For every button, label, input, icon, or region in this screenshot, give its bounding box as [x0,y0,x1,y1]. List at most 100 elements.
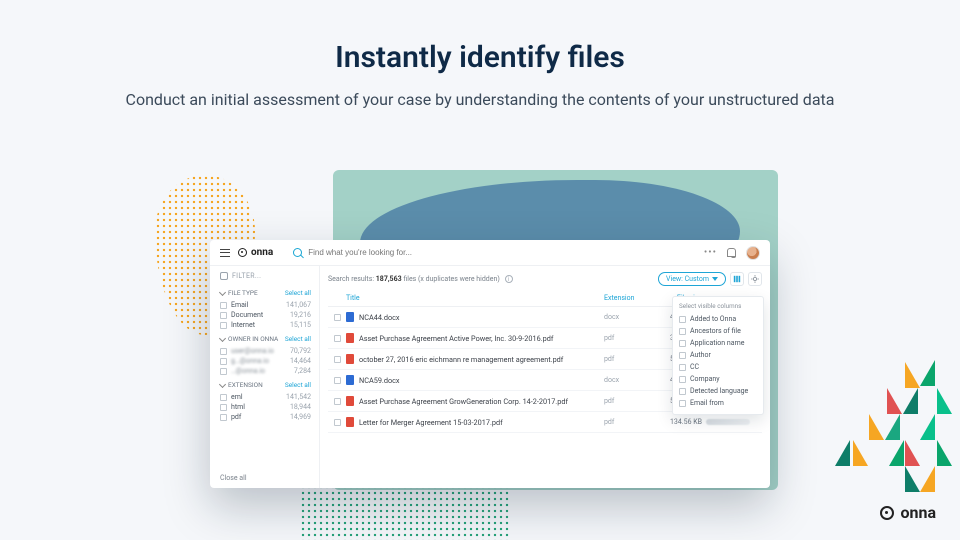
checkbox[interactable] [334,356,341,363]
checkbox[interactable] [220,358,227,365]
facet-title[interactable]: OWNER IN ONNA [220,335,278,343]
checkbox[interactable] [679,352,686,359]
decoration-triangle [920,360,935,386]
decoration-triangle [905,440,920,466]
brand-logo: onna [238,247,273,258]
close-all-link[interactable]: Close all [220,474,311,482]
facet-file-type: FILE TYPE Select all Email141,067 Docume… [220,289,311,330]
chevron-down-icon [712,277,718,281]
decoration-triangle [889,440,904,466]
column-option-label: Author [690,351,711,359]
col-extension[interactable]: Extension [604,294,656,302]
facet-title[interactable]: EXTENSION [220,381,263,389]
marketing-headline: Instantly identify files [0,40,960,75]
checkbox[interactable] [220,414,227,421]
checkbox[interactable] [220,322,227,329]
chevron-down-icon [219,335,226,342]
column-option-label: Company [690,375,720,383]
facet-item[interactable]: …@onna.io7,284 [220,366,311,376]
logo-mark-icon [238,248,247,257]
search-input[interactable] [308,248,508,257]
column-option-label: CC [690,363,699,371]
facet-item[interactable]: eml141,542 [220,392,311,402]
checkbox[interactable] [220,404,227,411]
footer-brand: onna [880,503,936,522]
facet-item[interactable]: g…@onna.io14,464 [220,356,311,366]
checkbox[interactable] [220,394,227,401]
checkbox[interactable] [220,312,227,319]
checkbox[interactable] [334,398,341,405]
bell-icon[interactable] [727,248,736,257]
info-icon[interactable]: i [505,275,513,283]
checkbox[interactable] [334,335,341,342]
column-option[interactable]: Detected language [679,385,757,397]
brand-text: onna [251,247,273,258]
checkbox[interactable] [679,328,686,335]
columns-popup-title: Select visible columns [679,302,757,310]
facet-item[interactable]: Internet15,115 [220,320,311,330]
facet-item[interactable]: Document19,216 [220,310,311,320]
column-option-label: Email from [690,399,724,407]
file-ext: pdf [604,397,656,405]
file-pdf-icon [346,354,354,364]
file-pdf-icon [346,396,354,406]
view-selector[interactable]: View: Custom [658,272,726,286]
column-option[interactable]: Ancestors of file [679,325,757,337]
file-name: NCA59.docx [359,376,400,385]
chevron-down-icon [219,289,226,296]
file-name: october 27, 2016 eric eichmann re manage… [359,355,563,364]
column-option[interactable]: Author [679,349,757,361]
app-window: onna ••• FILTER... FILE TYPE [210,240,770,488]
select-all-link[interactable]: Select all [285,381,311,389]
checkbox[interactable] [334,377,341,384]
checkbox[interactable] [679,376,686,383]
filter-icon [220,272,228,280]
checkbox[interactable] [334,419,341,426]
checkbox[interactable] [220,302,227,309]
decoration-triangle [903,388,918,414]
column-option[interactable]: CC [679,361,757,373]
checkbox[interactable] [220,368,227,375]
facet-owner: OWNER IN ONNA Select all user@onna.io70,… [220,335,311,376]
filter-heading[interactable]: FILTER... [220,272,311,280]
app-header: onna ••• [210,240,770,266]
column-option[interactable]: Email from [679,397,757,409]
column-option[interactable]: Added to Onna [679,313,757,325]
column-option-label: Ancestors of file [690,327,741,335]
facet-item[interactable]: Email141,067 [220,300,311,310]
redacted-value [706,419,750,425]
facet-item[interactable]: pdf14,969 [220,412,311,422]
checkbox[interactable] [334,314,341,321]
decoration-triangle [920,414,935,440]
columns-icon[interactable] [730,272,744,286]
file-ext: docx [604,313,656,321]
logo-mark-icon [880,506,894,520]
file-ext: pdf [604,334,656,342]
settings-icon[interactable] [748,272,762,286]
checkbox[interactable] [679,340,686,347]
table-row[interactable]: Letter for Merger Agreement 15-03-2017.p… [328,412,762,433]
column-option[interactable]: Application name [679,337,757,349]
checkbox[interactable] [679,400,686,407]
file-name: Letter for Merger Agreement 15-03-2017.p… [359,418,503,427]
facet-item[interactable]: user@onna.io70,792 [220,346,311,356]
facet-item[interactable]: html18,944 [220,402,311,412]
menu-icon[interactable] [220,249,230,257]
brand-text: onna [900,503,936,522]
columns-popup: Select visible columns Added to Onna Ance… [672,296,764,415]
more-icon[interactable]: ••• [704,247,717,258]
file-docx-icon [346,312,354,322]
checkbox[interactable] [679,364,686,371]
column-option[interactable]: Company [679,373,757,385]
col-title[interactable]: Title [346,294,604,302]
select-all-link[interactable]: Select all [285,335,311,343]
facet-title[interactable]: FILE TYPE [220,289,258,297]
search-field[interactable] [293,248,694,257]
checkbox[interactable] [220,348,227,355]
checkbox[interactable] [679,316,686,323]
column-option-label: Application name [690,339,744,347]
select-all-link[interactable]: Select all [285,289,311,297]
decoration-triangle [937,388,952,414]
checkbox[interactable] [679,388,686,395]
avatar[interactable] [746,246,760,260]
